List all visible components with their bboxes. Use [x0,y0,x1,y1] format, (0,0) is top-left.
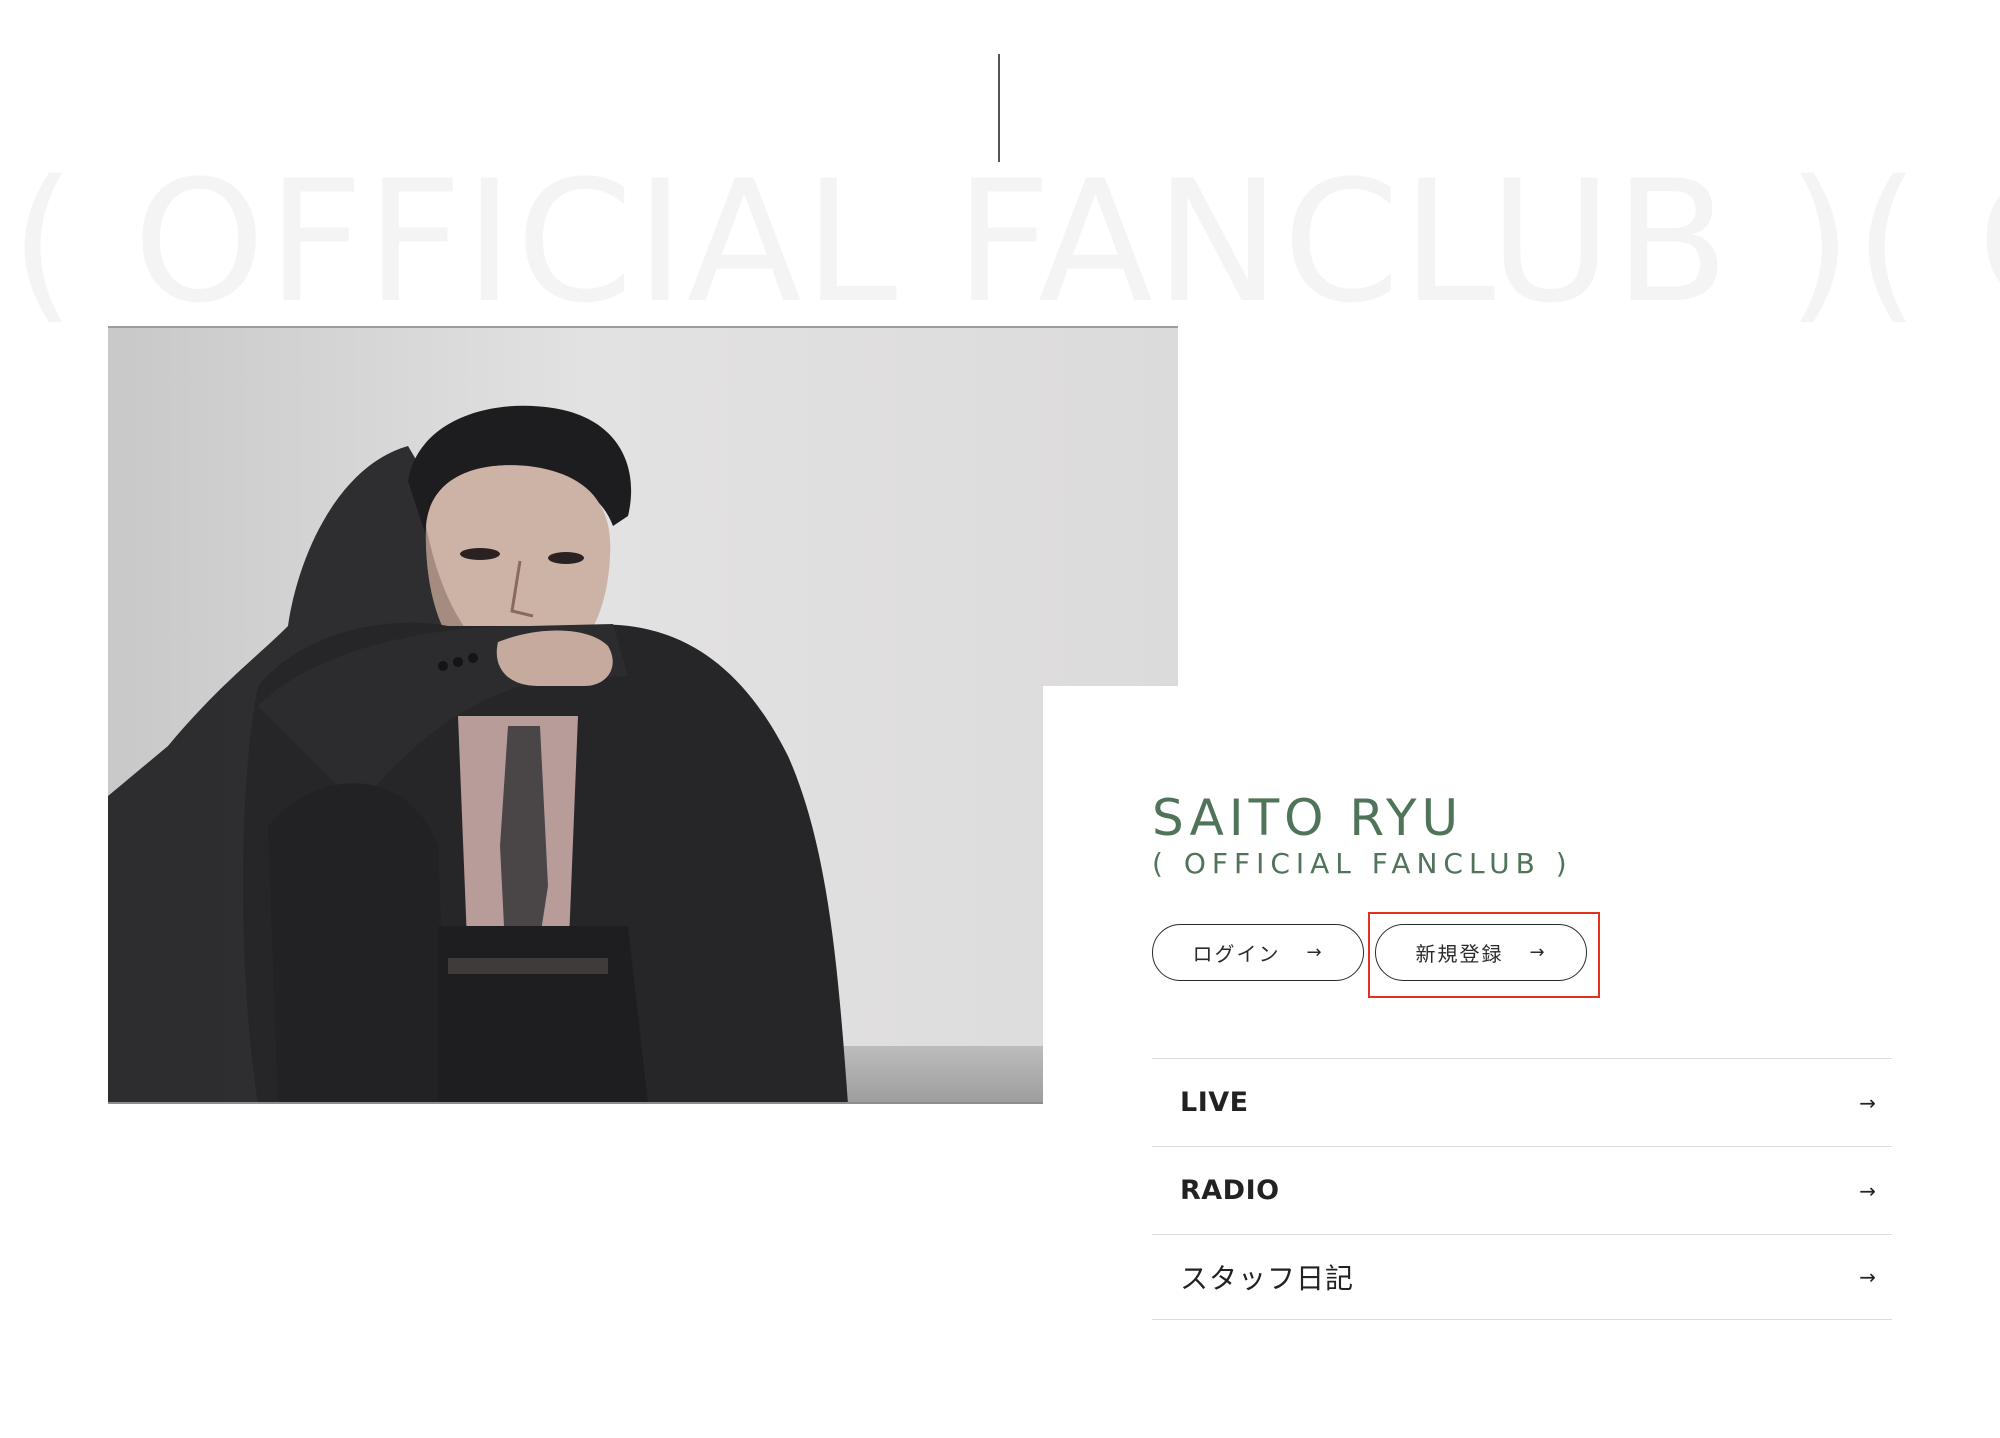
arrow-right-icon: → [1306,942,1324,963]
arrow-right-icon: → [1529,942,1547,963]
menu-item-label: RADIO [1180,1175,1280,1206]
login-button-label: ログイン [1192,942,1281,966]
fanclub-subtitle: ( OFFICIAL FANCLUB ) [1152,846,1573,880]
arrow-right-icon: → [1859,1265,1876,1289]
arrow-right-icon: → [1859,1178,1876,1203]
menu-item-label: スタッフ日記 [1180,1262,1355,1295]
menu-item-staff-diary[interactable]: スタッフ日記 → [1152,1234,1892,1320]
arrow-right-icon: → [1859,1090,1876,1115]
artist-name: SAITO RYU [1152,789,1464,847]
menu-item-label: LIVE [1180,1087,1249,1118]
fanclub-info: SAITO RYU ( OFFICIAL FANCLUB ) ログイン → 新規… [1152,789,1892,1320]
top-divider-line [998,54,1000,162]
menu-item-live[interactable]: LIVE → [1152,1058,1892,1146]
hero-photo-illustration [108,326,1178,1104]
login-button[interactable]: ログイン → [1152,924,1364,981]
auth-buttons: ログイン → 新規登録 → [1152,912,1892,1014]
content-menu: LIVE → RADIO → スタッフ日記 → [1152,1058,1892,1320]
hero-photo [108,326,1178,1104]
menu-item-radio[interactable]: RADIO → [1152,1146,1892,1234]
page: ( OFFICIAL FANCLUB )( OFFICIAL FANCLUB ) [0,0,2000,1438]
register-button[interactable]: 新規登録 → [1375,924,1587,981]
background-marquee-text: ( OFFICIAL FANCLUB )( OFFICIAL FANCLUB ) [10,144,2000,340]
photo-white-cutout [1043,686,1183,1110]
register-button-label: 新規登録 [1415,942,1504,966]
